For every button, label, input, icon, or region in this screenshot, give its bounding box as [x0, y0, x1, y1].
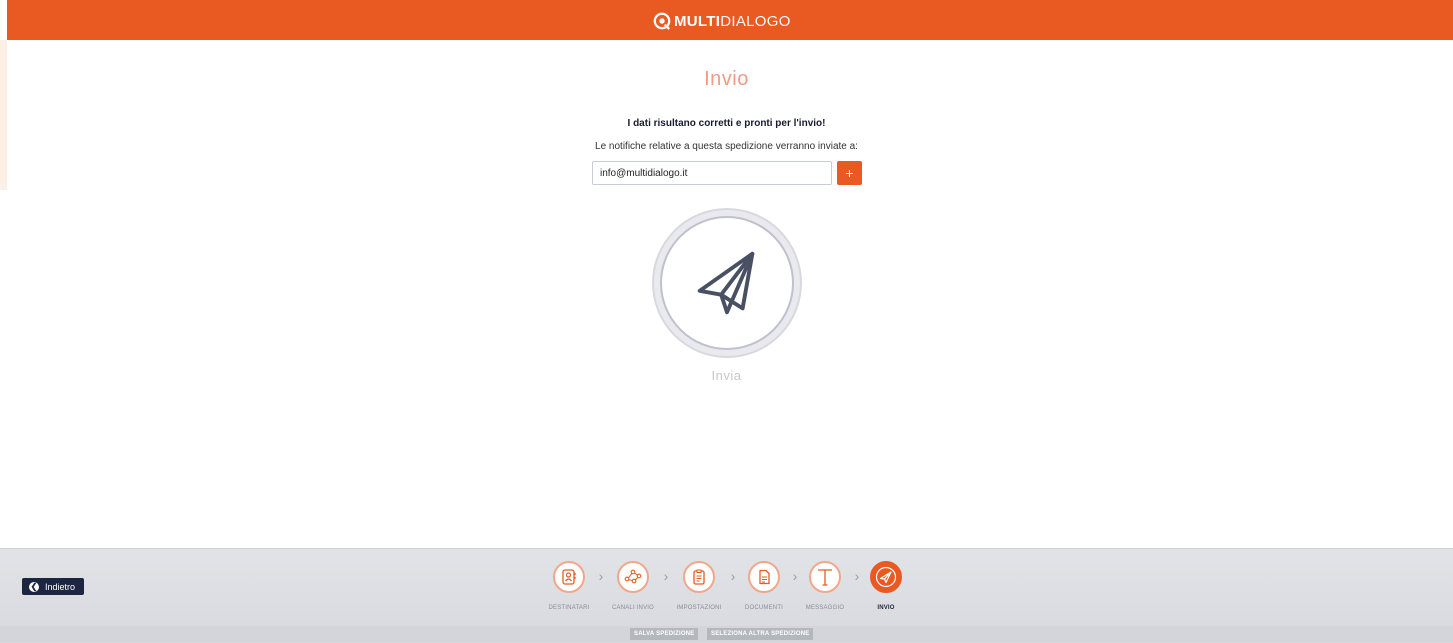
add-email-button[interactable]: +	[837, 161, 862, 185]
step-documenti[interactable]: DOCUMENTI	[745, 561, 783, 611]
step-circle	[748, 561, 780, 593]
document-icon	[759, 569, 770, 585]
step-circle	[553, 561, 585, 593]
text-icon	[818, 569, 832, 586]
notification-notice: Le notifiche relative a questa spedizion…	[595, 141, 858, 152]
select-other-shipment-button[interactable]: SELEZIONA ALTRA SPEDIZIONE	[707, 628, 814, 640]
app-header: MULTI DIALOGO	[7, 0, 1453, 40]
notification-email-field[interactable]	[592, 161, 832, 185]
step-impostazioni[interactable]: IMPOSTAZIONI	[677, 561, 721, 611]
logo-light-text: DIALOGO	[720, 12, 791, 30]
contacts-icon	[562, 569, 576, 585]
ready-message: I dati risultano corretti e pronti per l…	[627, 118, 826, 129]
step-circle	[809, 561, 841, 593]
logo-icon	[653, 12, 671, 30]
arrow-left-icon: ❮	[29, 581, 39, 592]
step-circle	[617, 561, 649, 593]
clipboard-icon	[693, 569, 705, 585]
back-button[interactable]: ❮ Indietro	[22, 578, 85, 595]
paper-plane-icon	[875, 566, 897, 588]
chevron-right-icon: ›	[730, 568, 736, 584]
brand-logo: MULTI DIALOGO	[653, 11, 791, 31]
chevron-right-icon: ›	[663, 568, 669, 584]
save-shipment-button[interactable]: SALVA SPEDIZIONE	[630, 628, 699, 640]
chevron-right-icon: ›	[598, 568, 604, 584]
paper-plane-icon	[697, 251, 755, 315]
step-circle-active	[870, 561, 902, 593]
chevron-right-icon: ›	[854, 568, 860, 584]
step-invio[interactable]: INVIO	[867, 561, 905, 611]
send-label: Invia	[711, 368, 742, 383]
step-destinatari[interactable]: DESTINATARI	[549, 561, 589, 611]
back-label: Indietro	[45, 581, 76, 592]
step-label-active: INVIO	[877, 605, 895, 611]
logo-bold-text: MULTI	[674, 12, 721, 30]
chevron-right-icon: ›	[792, 568, 798, 584]
step-canali-invio[interactable]: CANALI INVIO	[612, 561, 654, 611]
send-button[interactable]	[652, 208, 802, 358]
left-accent	[0, 40, 7, 190]
page-title: Invio	[704, 68, 749, 90]
share-nodes-icon	[624, 569, 642, 584]
step-messaggio[interactable]: MESSAGGIO	[806, 561, 844, 611]
send-button-inner	[660, 216, 794, 350]
step-circle	[683, 561, 715, 593]
